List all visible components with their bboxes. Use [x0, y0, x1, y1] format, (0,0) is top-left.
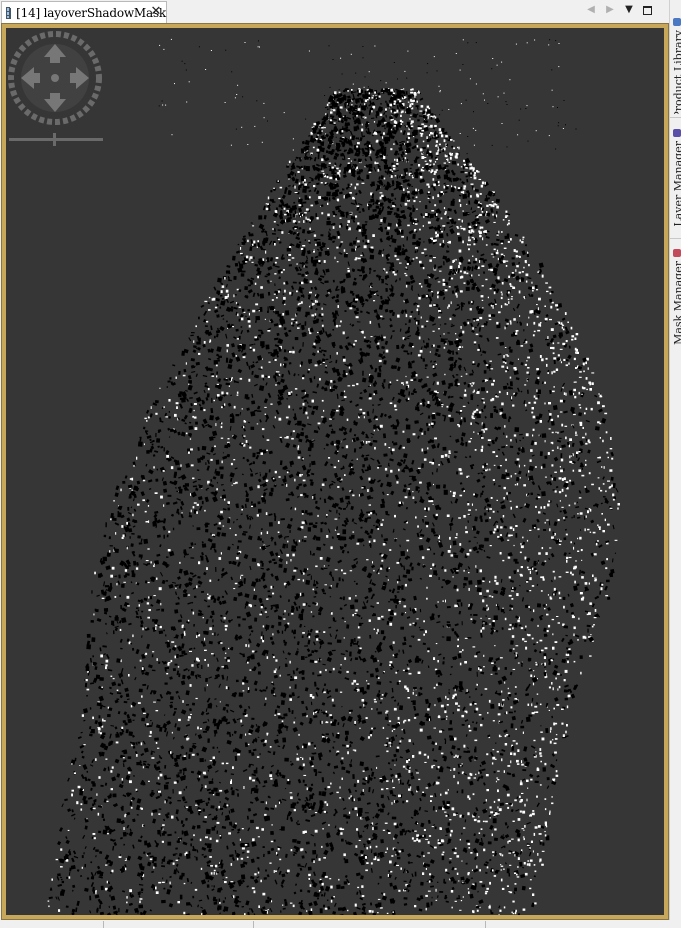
status-divider: [253, 921, 254, 928]
mask-speckle-layer: [47, 38, 620, 915]
tab-product-library[interactable]: Product Library: [670, 14, 681, 114]
scroll-left-icon[interactable]: ◀: [583, 3, 599, 17]
tab-label: Layer Manager: [672, 141, 681, 227]
maximize-icon[interactable]: [643, 5, 652, 15]
zoom-slider[interactable]: [9, 133, 103, 146]
status-bar: [0, 920, 681, 928]
image-raster-icon: [6, 6, 11, 19]
snap-image-window: [14] layoverShadowMask ✕ ◀ ▶ ▼ roduct Li…: [0, 0, 681, 928]
tab-controls: ◀ ▶ ▼: [583, 3, 655, 17]
product-library-icon: [673, 18, 681, 26]
image-canvas[interactable]: [6, 28, 664, 915]
mask-manager-icon: [673, 249, 681, 257]
close-icon[interactable]: ✕: [149, 5, 163, 19]
layer-manager-icon: [673, 129, 681, 137]
tab-mask-manager[interactable]: Mask Manager: [670, 245, 681, 355]
editor-tab-bar: [14] layoverShadowMask ✕ ◀ ▶ ▼: [0, 0, 669, 24]
tab-layer-manager[interactable]: Layer Manager: [670, 125, 681, 235]
side-panel: Product Library Layer Manager Mask Manag…: [669, 0, 681, 928]
tab-divider: [670, 117, 681, 118]
tab-label: Product Library: [672, 30, 681, 114]
tab-list-menu-icon[interactable]: ▼: [621, 3, 637, 17]
tab-label: Mask Manager: [672, 261, 681, 345]
status-divider: [103, 921, 104, 928]
pan-compass-icon[interactable]: [8, 31, 102, 125]
tab-title: [14] layoverShadowMask: [16, 5, 166, 20]
layover-shadow-mask-image: [47, 38, 620, 915]
scroll-right-icon[interactable]: ▶: [602, 3, 618, 17]
status-divider: [485, 921, 486, 928]
tab-divider: [670, 238, 681, 239]
image-view-frame: [1, 23, 669, 920]
tab-layover-shadow-mask[interactable]: [14] layoverShadowMask ✕: [1, 1, 167, 23]
navigation-overlay: [8, 31, 103, 146]
